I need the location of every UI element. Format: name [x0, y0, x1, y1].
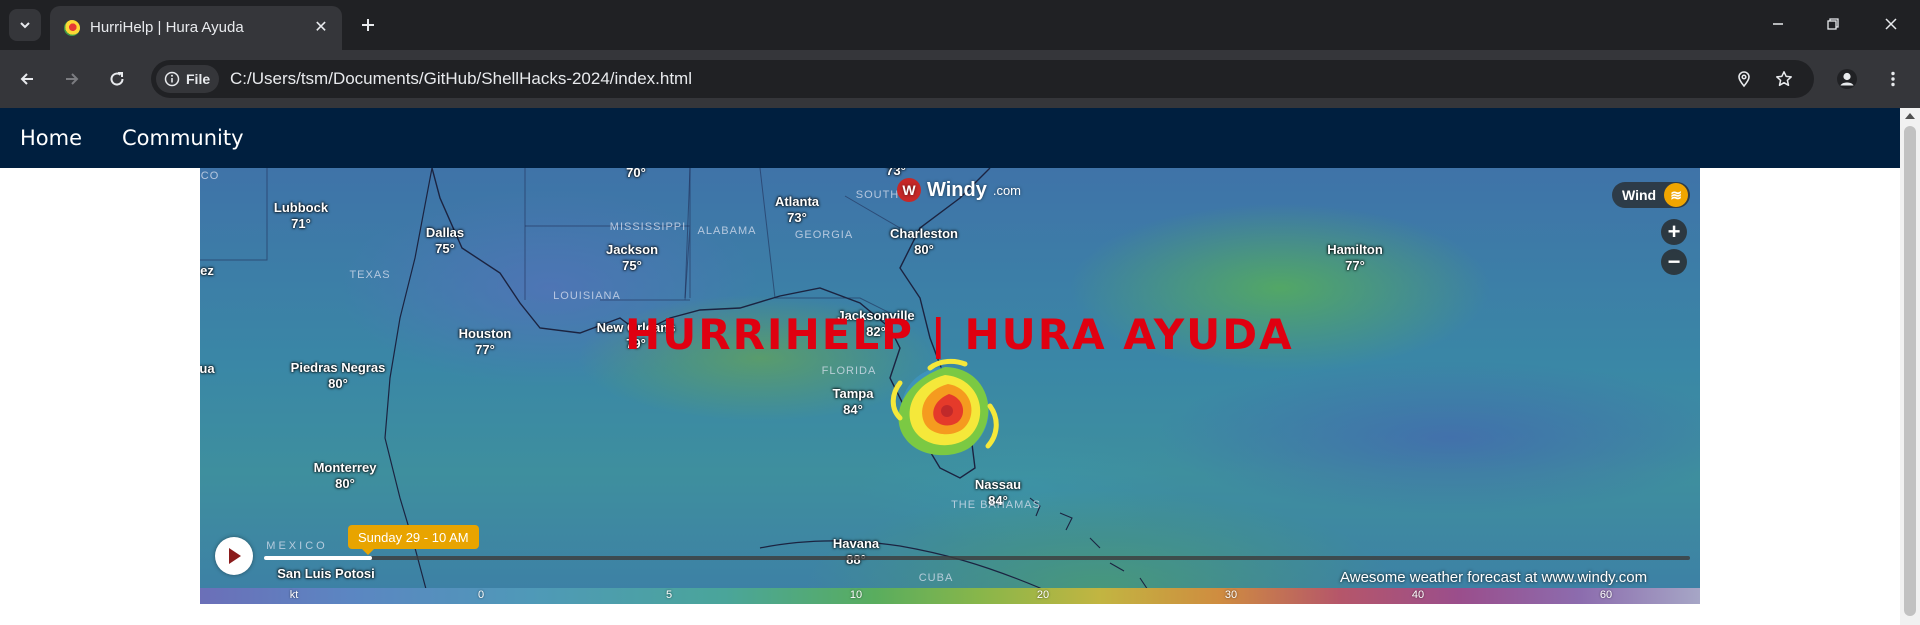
city-label: Monterrey 80°	[313, 460, 377, 491]
bookmark-star-icon[interactable]	[1772, 67, 1796, 91]
region-label: THE BAHAMAS	[951, 499, 1041, 511]
city-label: Havana88°	[832, 536, 880, 567]
page-title: HURRIHELP | HURA AYUDA	[625, 310, 1294, 359]
menu-kebab-icon[interactable]	[1877, 63, 1909, 95]
chevron-down-icon	[20, 22, 30, 29]
active-tab[interactable]: HurriHelp | Hura Ayuda ✕	[50, 6, 342, 50]
timeline-time-label[interactable]: Sunday 29 - 10 AM	[348, 525, 479, 555]
chip-label: File	[186, 71, 211, 87]
region-label: MISSISSIPPI	[609, 221, 687, 233]
region-label: TEXAS	[349, 269, 391, 281]
minimize-button[interactable]	[1758, 8, 1798, 40]
legend-tick: 20	[1036, 589, 1050, 601]
reload-button[interactable]	[101, 63, 133, 95]
arrow-left-icon	[20, 73, 33, 85]
site-navbar: Home Community	[0, 108, 1900, 168]
legend-tick: 5	[665, 589, 673, 601]
edge-label: ua	[200, 361, 215, 376]
scroll-up-arrow-icon[interactable]	[1905, 113, 1915, 119]
timeline-progress	[264, 556, 373, 560]
city-label: San Luis Potosi	[277, 566, 375, 581]
hurricane-favicon-icon	[64, 20, 80, 36]
edge-label: 70°	[626, 168, 646, 180]
tab-strip: HurriHelp | Hura Ayuda ✕	[0, 0, 1920, 50]
play-button[interactable]	[215, 537, 253, 575]
region-label: MEXICO	[266, 540, 328, 552]
legend-tick: 60	[1599, 589, 1613, 601]
region-label: LOUISIANA	[553, 290, 621, 302]
hurricane-icon	[890, 358, 999, 456]
info-icon	[164, 71, 180, 87]
scrollbar-thumb[interactable]	[1904, 126, 1916, 616]
nav-community-link[interactable]: Community	[122, 126, 244, 150]
windy-logo-suffix: .com	[992, 182, 1021, 198]
restore-button[interactable]	[1813, 8, 1853, 40]
forward-button[interactable]	[56, 63, 88, 95]
windy-logo[interactable]: W Windy .com	[897, 178, 1021, 202]
close-window-button[interactable]	[1871, 8, 1911, 40]
region-label: ALABAMA	[697, 225, 757, 237]
city-label: Charleston 80°	[890, 226, 958, 257]
city-label: Tampa 84°	[832, 386, 874, 417]
location-icon[interactable]	[1732, 67, 1756, 91]
browser-toolbar: File C:/Users/tsm/Documents/GitHub/Shell…	[0, 50, 1920, 108]
windy-logo-text: Windy	[927, 178, 987, 201]
windy-credit-link[interactable]: Awesome weather forecast at www.windy.co…	[1340, 569, 1647, 586]
close-icon	[1885, 18, 1897, 30]
profile-avatar-icon[interactable]	[1831, 63, 1863, 95]
legend-tick: 0	[477, 589, 485, 601]
legend-unit: kt	[289, 589, 299, 601]
timeline-slider[interactable]	[264, 556, 1690, 560]
page-scrollbar[interactable]	[1900, 108, 1920, 625]
address-bar[interactable]: File C:/Users/tsm/Documents/GitHub/Shell…	[151, 60, 1814, 98]
minimize-icon	[1773, 23, 1783, 25]
windy-logo-icon: W	[897, 178, 921, 202]
city-label: Jackson 75°	[605, 242, 659, 273]
close-tab-icon[interactable]: ✕	[310, 16, 332, 38]
reload-icon	[110, 72, 124, 86]
back-button[interactable]	[11, 63, 43, 95]
page-viewport: Home Community Lubbock 71° Dallas 75° Ja…	[0, 108, 1920, 625]
city-label: Hamilton 77°	[1327, 242, 1383, 273]
tab-title: HurriHelp | Hura Ayuda	[90, 19, 244, 36]
play-icon	[229, 548, 241, 564]
tab-search-button[interactable]	[9, 9, 41, 41]
legend-tick: 30	[1224, 589, 1238, 601]
city-label: Houston 77°	[458, 326, 512, 357]
restore-icon	[1827, 18, 1839, 30]
new-tab-button[interactable]	[354, 11, 382, 39]
url-text[interactable]: C:/Users/tsm/Documents/GitHub/ShellHacks…	[230, 69, 692, 89]
minus-icon: −	[1667, 249, 1681, 274]
city-label: Dallas 75°	[425, 225, 465, 256]
layer-label: Wind	[1622, 187, 1657, 203]
region-label: GEORGIA	[794, 229, 854, 241]
layer-selector-button[interactable]: Wind ≋	[1612, 182, 1691, 208]
wind-icon: ≋	[1664, 183, 1689, 207]
city-label: Lubbock 71°	[273, 200, 329, 231]
wind-speed-legend: kt 0 5 10 20 30 40 60	[200, 588, 1700, 604]
zoom-out-button[interactable]: −	[1661, 249, 1687, 275]
arrow-right-icon	[66, 73, 79, 85]
plus-icon: +	[1667, 219, 1681, 244]
edge-label: ez	[200, 263, 214, 278]
windy-map-embed[interactable]: Lubbock 71° Dallas 75° Jackson 75° Atlanta 7…	[200, 168, 1700, 604]
legend-tick: 40	[1411, 589, 1425, 601]
plus-icon	[362, 19, 374, 31]
site-info-chip[interactable]: File	[156, 65, 220, 93]
edge-label: CO	[200, 170, 220, 182]
zoom-in-button[interactable]: +	[1661, 219, 1687, 245]
city-label: Piedras Negras 80°	[290, 360, 386, 391]
region-label: FLORIDA	[821, 365, 877, 377]
legend-tick: 10	[849, 589, 863, 601]
city-label: Atlanta 73°	[774, 194, 820, 225]
nav-home-link[interactable]: Home	[20, 126, 82, 150]
region-label: CUBA	[918, 572, 954, 584]
